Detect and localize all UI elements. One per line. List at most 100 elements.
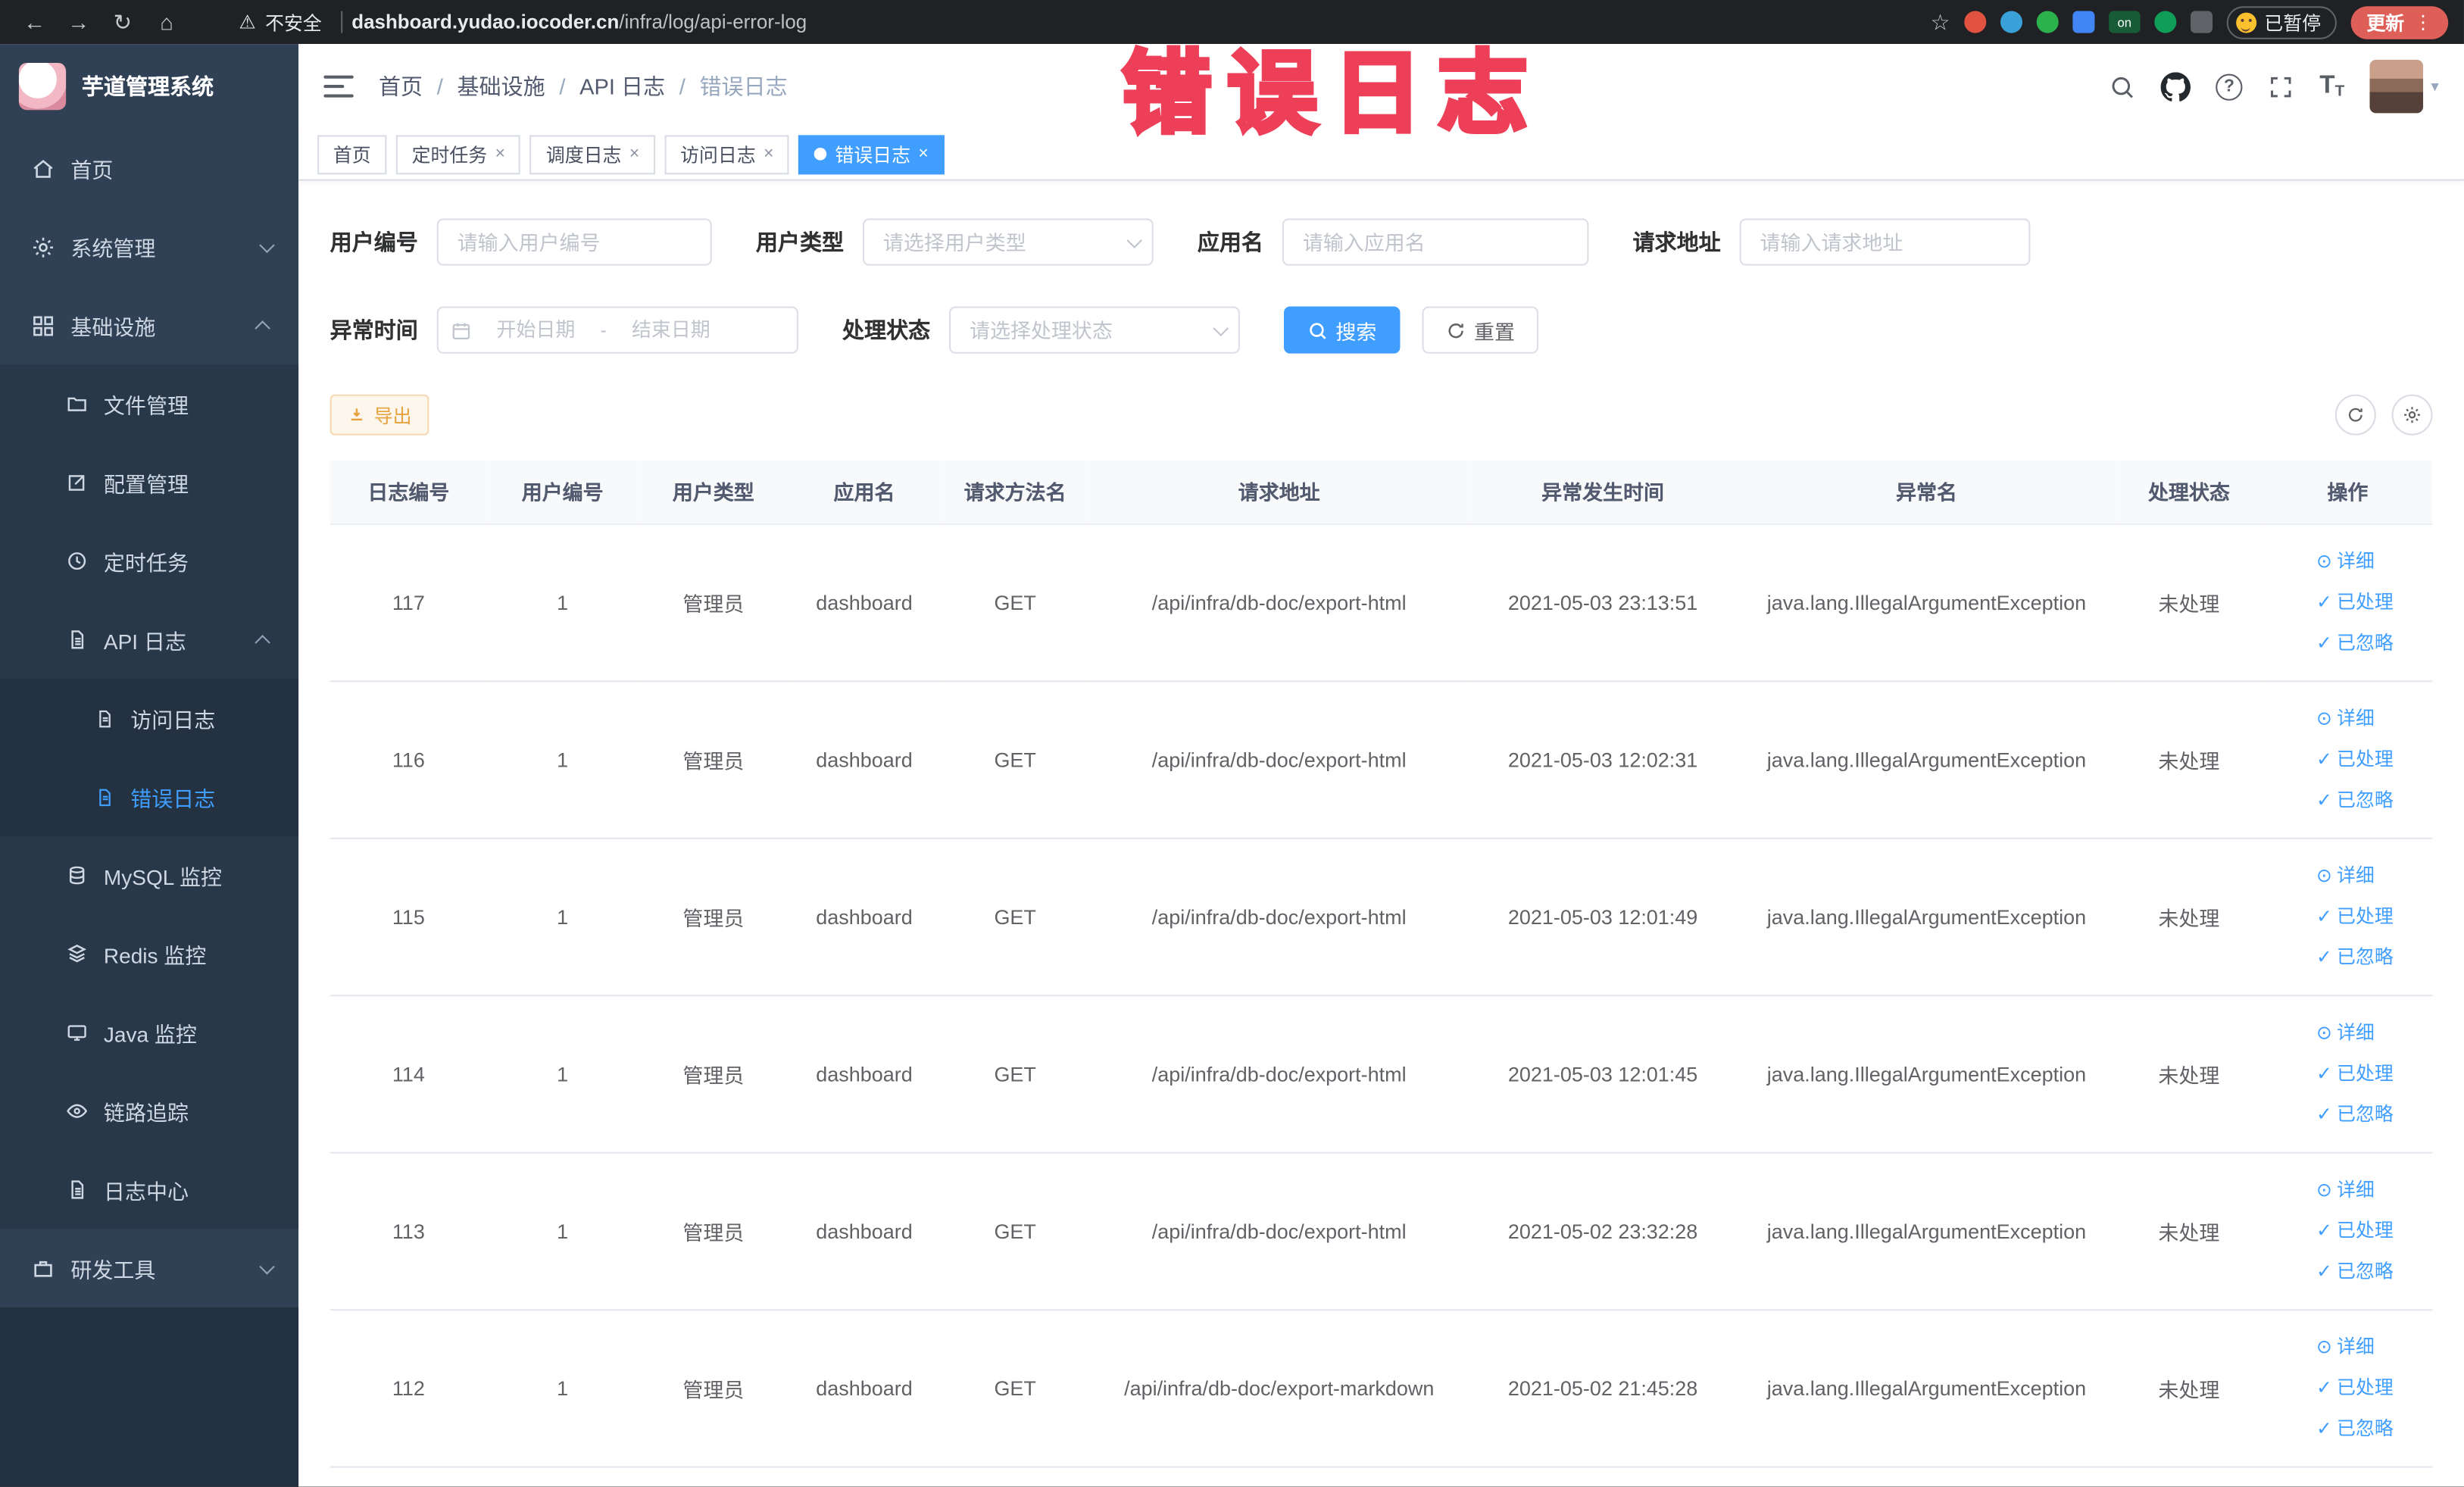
mark-processed-link[interactable]: ✓ 已处理 — [2316, 1054, 2394, 1093]
close-icon[interactable]: × — [495, 145, 505, 164]
cell-method: GET — [939, 523, 1091, 682]
mark-ignored-link[interactable]: ✓ 已忽略 — [2316, 623, 2394, 663]
user-type-select[interactable] — [862, 218, 1154, 266]
mark-ignored-link[interactable]: ✓ 已忽略 — [2316, 1095, 2394, 1134]
font-size-icon[interactable]: TT — [2319, 72, 2344, 100]
tab-home[interactable]: 首页 — [317, 134, 387, 174]
close-icon[interactable]: × — [629, 145, 639, 164]
cell-app-name: dashboard — [789, 995, 940, 1153]
sidebar-item-infra[interactable]: 基础设施 — [0, 286, 298, 365]
detail-link[interactable]: ⊙ 详细 — [2316, 1327, 2375, 1367]
mark-processed-link[interactable]: ✓ 已处理 — [2316, 1368, 2394, 1407]
extension-on-badge[interactable]: on — [2109, 11, 2141, 33]
url-domain: dashboard.yudao.iocoder.cn — [351, 11, 620, 33]
extension-icon-3[interactable] — [2036, 11, 2059, 33]
column-settings-button[interactable] — [2391, 394, 2433, 436]
end-date-input[interactable] — [613, 319, 729, 342]
mark-ignored-link[interactable]: ✓ 已忽略 — [2316, 1251, 2394, 1291]
sidebar-item-api-log[interactable]: API 日志 — [0, 600, 299, 679]
search-button[interactable]: 搜索 — [1283, 306, 1401, 354]
request-url-input[interactable] — [1739, 218, 2031, 266]
detail-link[interactable]: ⊙ 详细 — [2316, 698, 2375, 738]
chevron-up-icon — [255, 320, 270, 336]
search-icon[interactable] — [2109, 73, 2135, 99]
sidebar-item-system[interactable]: 系统管理 — [0, 208, 298, 286]
mark-ignored-link[interactable]: ✓ 已忽略 — [2316, 1409, 2394, 1448]
mark-ignored-link[interactable]: ✓ 已忽略 — [2316, 937, 2394, 976]
github-icon[interactable] — [2160, 71, 2191, 101]
table-header-row: 日志编号 用户编号 用户类型 应用名 请求方法名 请求地址 异常发生时间 异常名… — [329, 460, 2433, 524]
breadcrumb-item[interactable]: 基础设施 — [457, 70, 545, 102]
sidebar-item-job[interactable]: 定时任务 — [0, 521, 299, 601]
cell-app-name: dashboard — [789, 837, 940, 996]
sidebar-item-file[interactable]: 文件管理 — [0, 364, 299, 444]
extension-icon-1[interactable] — [1964, 11, 1987, 33]
detail-link[interactable]: ⊙ 详细 — [2316, 856, 2375, 895]
start-date-input[interactable] — [477, 319, 595, 342]
fullscreen-icon[interactable] — [2268, 73, 2294, 99]
sidebar-item-log-center[interactable]: 日志中心 — [0, 1150, 299, 1229]
browser-update-button[interactable]: 更新 ⋮ — [2350, 5, 2449, 39]
user-id-input[interactable] — [436, 218, 712, 266]
user-menu[interactable]: ▾ — [2369, 59, 2439, 114]
breadcrumb-item[interactable]: 首页 — [379, 70, 423, 102]
cell-exception-name: java.lang.IllegalArgumentException — [1738, 680, 2116, 839]
check-icon: ✓ — [2316, 1376, 2332, 1398]
close-icon[interactable]: × — [918, 145, 928, 164]
sidebar-item-redis[interactable]: Redis 监控 — [0, 914, 299, 994]
sidebar-item-error-log[interactable]: 错误日志 — [0, 757, 299, 836]
download-icon — [351, 408, 363, 421]
extension-icon-4[interactable] — [2072, 11, 2095, 33]
cell-exception-time: 2021-05-03 12:01:49 — [1467, 837, 1738, 996]
breadcrumb-item[interactable]: API 日志 — [579, 70, 665, 102]
extension-icon-5[interactable] — [2154, 11, 2177, 33]
mark-processed-link[interactable]: ✓ 已处理 — [2316, 739, 2394, 779]
tab-schedule-log[interactable]: 调度日志 × — [530, 134, 655, 174]
table-row: 114 1 管理员 dashboard GET /api/infra/db-do… — [329, 995, 2433, 1153]
gear-icon — [33, 236, 54, 257]
bookmark-star-icon[interactable]: ☆ — [1930, 8, 1950, 35]
refresh-table-button[interactable] — [2334, 394, 2376, 436]
browser-home-button[interactable]: ⌂ — [148, 3, 186, 41]
mark-processed-link[interactable]: ✓ 已处理 — [2316, 1211, 2394, 1250]
mark-ignored-link[interactable]: ✓ 已忽略 — [2316, 780, 2394, 820]
app-name-input[interactable] — [1282, 218, 1589, 266]
document-icon — [99, 788, 111, 806]
sidebar-item-config[interactable]: 配置管理 — [0, 443, 299, 522]
sidebar-item-home[interactable]: 首页 — [0, 129, 298, 208]
sidebar-item-mysql[interactable]: MySQL 监控 — [0, 836, 299, 915]
extension-icon-2[interactable] — [2000, 11, 2022, 33]
cell-exception-time: 2021-05-03 23:13:51 — [1467, 523, 1738, 682]
date-range-picker[interactable]: - — [436, 306, 798, 354]
help-icon[interactable]: ? — [2216, 73, 2243, 100]
sidebar-toggle-button[interactable] — [323, 75, 354, 98]
extension-icon-6[interactable] — [2190, 11, 2213, 33]
cell-user-id: 1 — [487, 680, 639, 839]
browser-forward-button[interactable]: → — [60, 3, 98, 41]
paused-badge[interactable]: 已暂停 — [2226, 5, 2337, 39]
tab-error-log[interactable]: 错误日志 × — [798, 134, 945, 174]
mark-processed-link[interactable]: ✓ 已处理 — [2316, 897, 2394, 936]
tab-job[interactable]: 定时任务 × — [395, 134, 521, 174]
sidebar-item-access-log[interactable]: 访问日志 — [0, 679, 299, 758]
cell-log-id: 112 — [329, 1309, 488, 1467]
sidebar-item-java[interactable]: Java 监控 — [0, 993, 299, 1072]
status-select[interactable] — [949, 306, 1240, 354]
export-button[interactable]: 导出 — [329, 394, 429, 436]
detail-link[interactable]: ⊙ 详细 — [2316, 1170, 2375, 1210]
col-exception-time: 异常发生时间 — [1467, 460, 1738, 524]
sidebar-item-dev-tools[interactable]: 研发工具 — [0, 1229, 298, 1307]
folder-icon — [67, 397, 86, 411]
site-security-info[interactable]: ⚠ 不安全 — [239, 8, 351, 35]
detail-link[interactable]: ⊙ 详细 — [2316, 1013, 2375, 1052]
close-icon[interactable]: × — [764, 145, 773, 164]
browser-reload-button[interactable]: ↻ — [104, 3, 142, 41]
sidebar-item-trace[interactable]: 链路追踪 — [0, 1071, 299, 1151]
detail-link[interactable]: ⊙ 详细 — [2316, 542, 2375, 581]
tab-access-log[interactable]: 访问日志 × — [664, 134, 790, 174]
mark-processed-link[interactable]: ✓ 已处理 — [2316, 583, 2394, 622]
browser-back-button[interactable]: ← — [16, 3, 54, 41]
cell-log-id: 115 — [329, 837, 488, 996]
address-bar[interactable]: dashboard.yudao.iocoder.cn/infra/log/api… — [351, 11, 807, 33]
reset-button[interactable]: 重置 — [1422, 306, 1539, 354]
